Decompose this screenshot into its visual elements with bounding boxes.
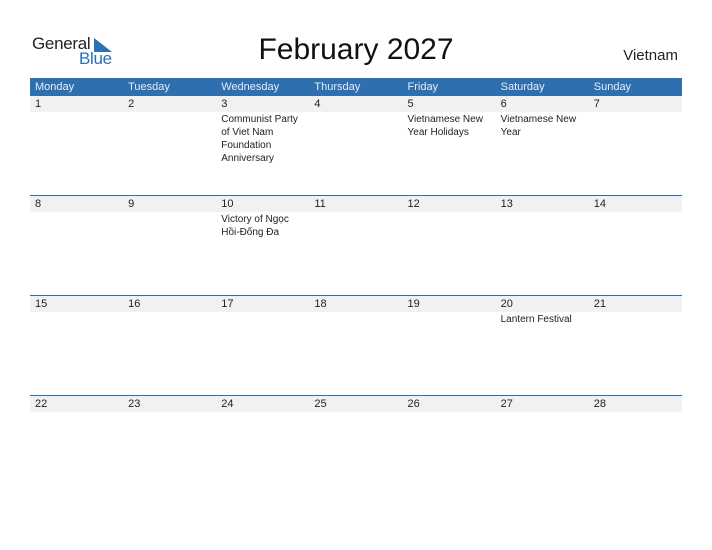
day-number: 25: [314, 398, 327, 410]
week-row: 8 9 10 11 12 13 14 Victory of Ngọc Hồi-Đống Đa: [30, 195, 682, 295]
holiday-event: Vietnamese New Year Holidays: [407, 114, 483, 138]
weekday-header: Friday: [407, 81, 439, 93]
day-number-row: 8 9 10 11 12 13 14: [30, 196, 682, 212]
day-number: 21: [593, 298, 606, 310]
day-number: 11: [314, 198, 326, 210]
day-number: 8: [35, 198, 42, 210]
holiday-event: [123, 412, 216, 413]
day-number: 3: [221, 98, 228, 110]
country-label: Vietnam: [623, 47, 678, 64]
event-row: Lantern Festival: [30, 312, 682, 326]
holiday-event: [403, 212, 496, 239]
holiday-event: [30, 412, 123, 413]
day-number: 20: [500, 298, 513, 310]
holiday-event: [589, 212, 682, 239]
day-number: 14: [593, 198, 606, 210]
holiday-event: [309, 112, 402, 165]
event-row: [30, 412, 682, 413]
day-number: 26: [407, 398, 420, 410]
holiday-event: [309, 212, 402, 239]
day-number: 6: [500, 98, 507, 110]
event-row: Communist Party of Viet Nam Foundation A…: [30, 112, 682, 165]
holiday-event: Victory of Ngọc Hồi-Đống Đa: [221, 214, 289, 238]
day-number: 12: [407, 198, 420, 210]
week-row: 15 16 17 18 19 20 21 Lantern Festival: [30, 295, 682, 395]
weekday-header: Tuesday: [128, 81, 170, 93]
day-number: 13: [500, 198, 513, 210]
holiday-event: [216, 312, 309, 326]
holiday-event: [30, 312, 123, 326]
holiday-event: [496, 212, 589, 239]
day-number: 28: [593, 398, 606, 410]
weekday-header: Saturday: [500, 81, 545, 93]
day-number-row: 22 23 24 25 26 27 28: [30, 396, 682, 412]
week-row: 1 2 3 4 5 6 7 Communist Party of Viet Nam Found…: [30, 96, 682, 195]
day-number: 18: [314, 298, 327, 310]
page-title: February 2027: [258, 33, 454, 66]
event-row: Victory of Ngọc Hồi-Đống Đa: [30, 212, 682, 239]
holiday-event: [309, 412, 402, 413]
day-number-row: 1 2 3 4 5 6 7: [30, 96, 682, 112]
calendar-grid: Monday Tuesday Wednesday Thursday Friday…: [30, 78, 682, 495]
holiday-event: [403, 312, 496, 326]
holiday-event: Lantern Festival: [500, 314, 572, 325]
holiday-event: [123, 312, 216, 326]
day-number: 23: [128, 398, 141, 410]
holiday-event: [309, 312, 402, 326]
weekday-header: Wednesday: [221, 81, 280, 93]
day-number: 7: [593, 98, 600, 110]
day-number: 22: [35, 398, 48, 410]
day-number: 1: [35, 98, 42, 110]
day-number: 10: [221, 198, 234, 210]
holiday-event: [589, 312, 682, 326]
holiday-event: [403, 412, 496, 413]
holiday-event: Vietnamese New Year: [500, 114, 577, 138]
day-number: 5: [407, 98, 414, 110]
holiday-event: Communist Party of Viet Nam Foundation A…: [221, 114, 298, 164]
day-number: 4: [314, 98, 321, 110]
day-number: 2: [128, 98, 135, 110]
holiday-event: [216, 412, 309, 413]
day-number: 16: [128, 298, 141, 310]
day-number: 27: [500, 398, 513, 410]
day-number: 17: [221, 298, 234, 310]
day-number: 15: [35, 298, 48, 310]
weekday-header: Monday: [35, 81, 75, 93]
day-number-row: 15 16 17 18 19 20 21: [30, 296, 682, 312]
holiday-event: [589, 412, 682, 413]
holiday-event: [496, 412, 589, 413]
day-number: 9: [128, 198, 135, 210]
day-number: 19: [407, 298, 420, 310]
day-number: 24: [221, 398, 234, 410]
holiday-event: [123, 112, 216, 165]
holiday-event: [589, 112, 682, 165]
weekday-header-row: Monday Tuesday Wednesday Thursday Friday…: [30, 78, 682, 96]
weekday-header: Thursday: [314, 81, 361, 93]
week-row: 22 23 24 25 26 27 28: [30, 395, 682, 495]
holiday-event: [123, 212, 216, 239]
holiday-event: [30, 212, 123, 239]
holiday-event: [30, 112, 123, 165]
weekday-header: Sunday: [593, 81, 632, 93]
